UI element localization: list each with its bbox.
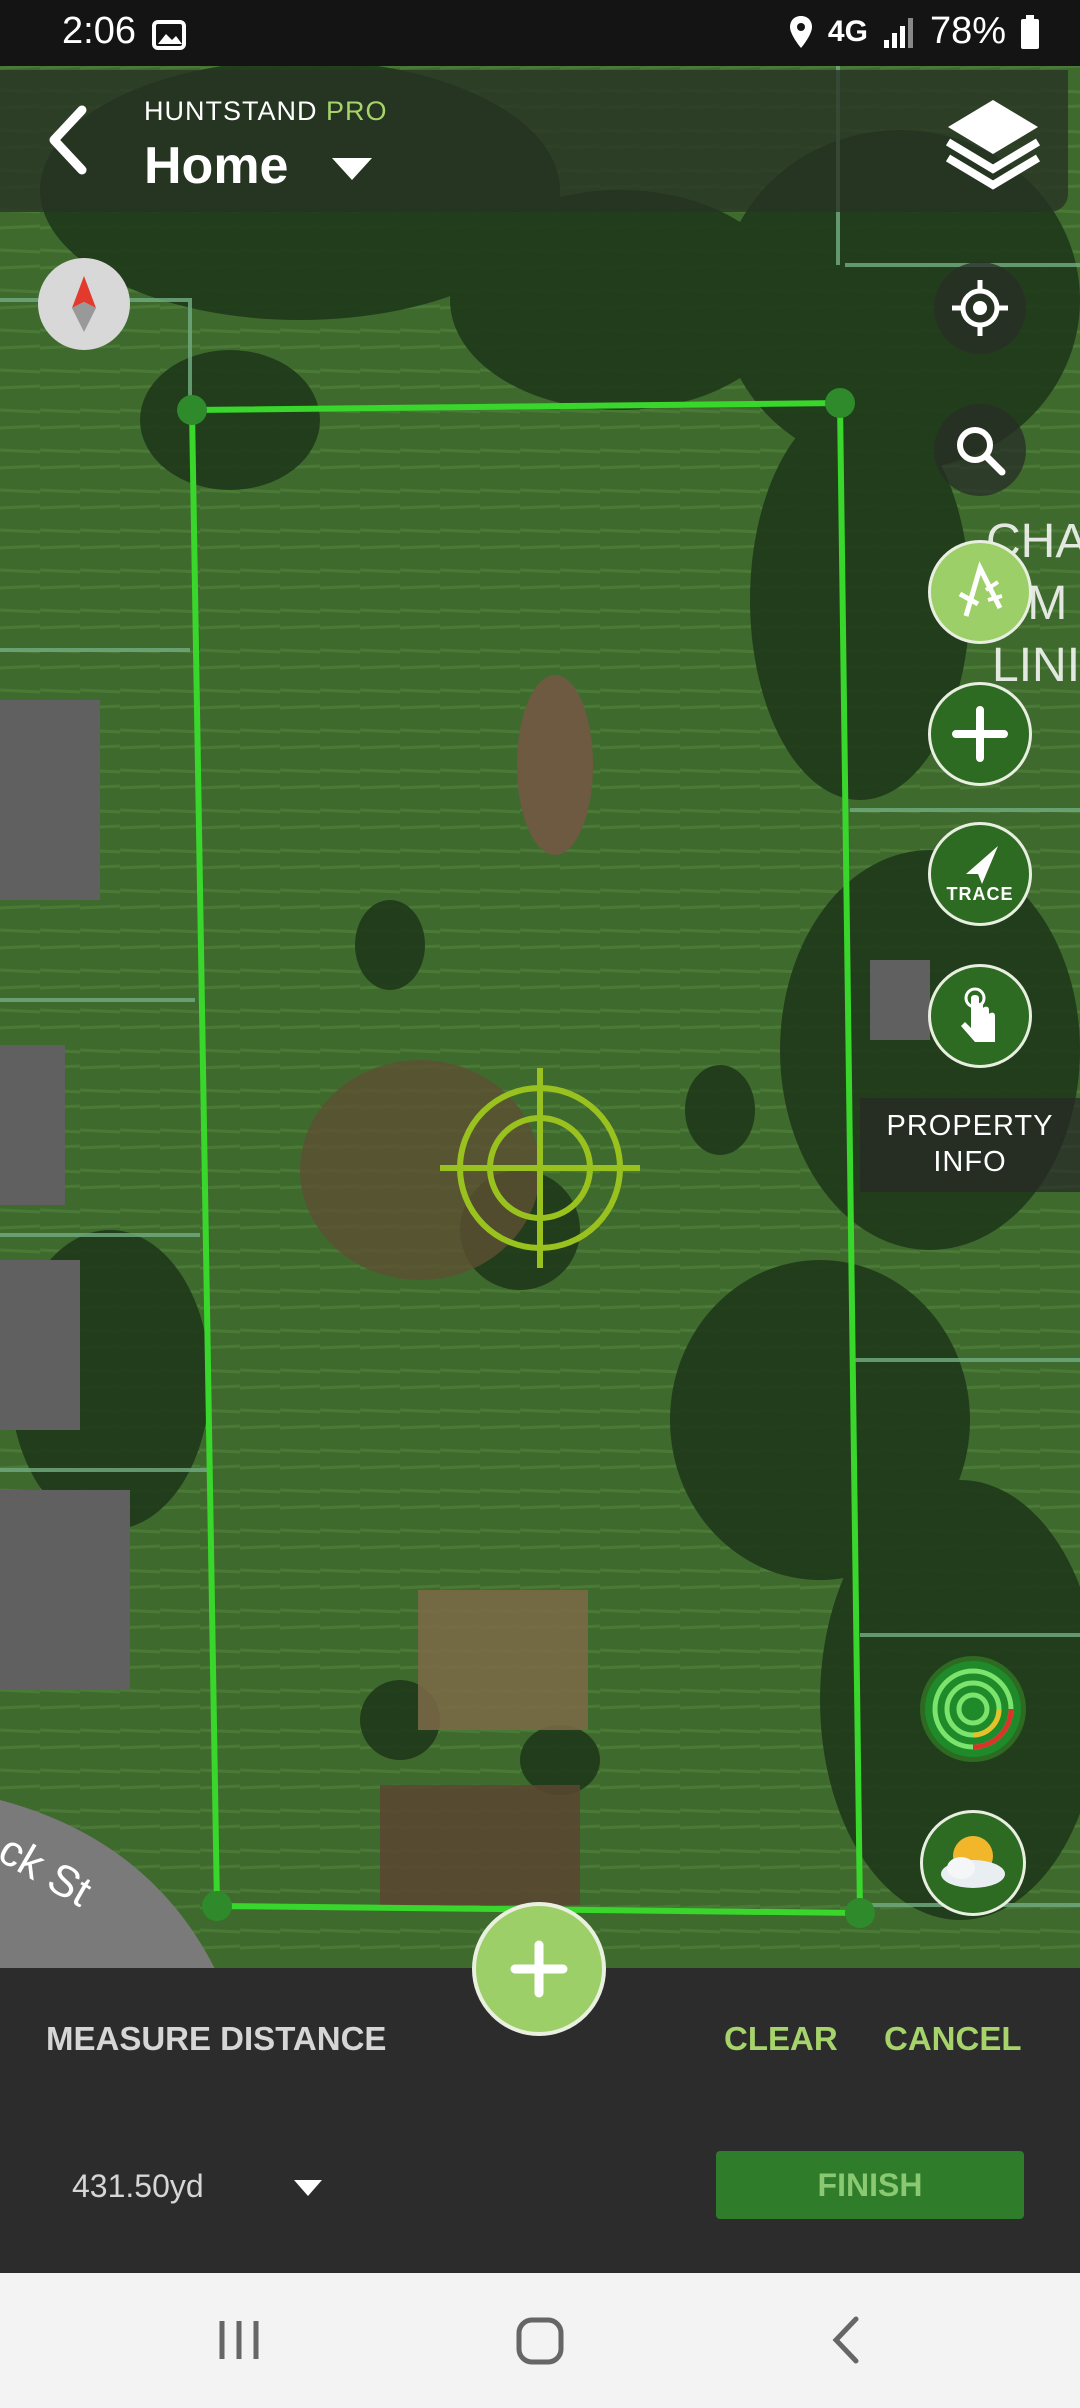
clear-button[interactable]: CLEAR	[724, 2020, 838, 2058]
home-icon[interactable]	[514, 2315, 566, 2367]
unit-dropdown-icon[interactable]	[292, 2178, 324, 2198]
map-overlay-line-3: LINI	[992, 639, 1080, 692]
finish-button[interactable]: FINISH	[716, 2151, 1024, 2219]
radar-button[interactable]	[920, 1656, 1026, 1762]
recents-icon[interactable]	[214, 2315, 264, 2365]
status-right: 4G 78%	[788, 10, 1040, 53]
battery-percent: 78%	[929, 10, 1006, 52]
measure-distance-label: MEASURE DISTANCE	[46, 2020, 387, 2057]
distance-value[interactable]: 431.50yd	[72, 2168, 204, 2205]
search-icon	[957, 427, 1006, 476]
system-nav-bar	[0, 2273, 1080, 2408]
property-info-line-1: PROPERTY	[886, 1110, 1054, 1142]
touch-icon	[961, 987, 995, 1042]
add-icon	[510, 1940, 568, 1998]
back-nav-icon[interactable]	[826, 2315, 866, 2365]
property-info-line-2: INFO	[933, 1146, 1007, 1178]
property-info-label[interactable]: PROPERTY INFO	[860, 1098, 1080, 1192]
photo-icon	[152, 20, 186, 50]
add-icon	[952, 706, 1008, 762]
map-canvas	[0, 66, 1080, 1969]
battery-icon	[1021, 14, 1039, 49]
locate-icon	[952, 280, 1008, 336]
brand-tier: PRO	[326, 96, 388, 126]
trace-label: TRACE	[946, 883, 1014, 904]
compass-button[interactable]	[38, 258, 130, 350]
weather-button[interactable]	[920, 1810, 1026, 1916]
weather-icon	[941, 1836, 1005, 1888]
measure-tool-button[interactable]	[928, 540, 1032, 644]
caret-down-icon[interactable]	[330, 156, 374, 182]
radar-icon	[925, 1661, 1021, 1757]
property-tap-button[interactable]	[928, 964, 1032, 1068]
layers-icon[interactable]	[938, 92, 1048, 192]
status-bar: 2:06 4G 78%	[0, 0, 1080, 66]
signal-icon	[883, 17, 913, 48]
add-point-button[interactable]	[472, 1902, 606, 2036]
trace-icon	[966, 845, 998, 884]
network-label: 4G	[827, 14, 868, 48]
measure-icon	[958, 561, 1003, 617]
cancel-button[interactable]: CANCEL	[884, 2020, 1022, 2058]
status-time: 2:06	[62, 10, 136, 52]
location-pin-icon	[789, 15, 812, 48]
compass-icon	[72, 276, 96, 332]
satellite-map[interactable]: ck St CHA r M LINI	[0, 66, 1080, 1969]
page-title[interactable]: Home	[144, 136, 288, 196]
app-brand: HUNTSTAND PRO	[144, 96, 388, 127]
locate-button[interactable]	[934, 262, 1026, 354]
search-button[interactable]	[934, 404, 1026, 496]
brand-name: HUNTSTAND	[144, 96, 318, 126]
trace-button[interactable]: TRACE	[928, 822, 1032, 926]
map-header: HUNTSTAND PRO Home	[0, 70, 1068, 212]
back-icon[interactable]	[40, 100, 100, 180]
add-marker-button[interactable]	[928, 682, 1032, 786]
